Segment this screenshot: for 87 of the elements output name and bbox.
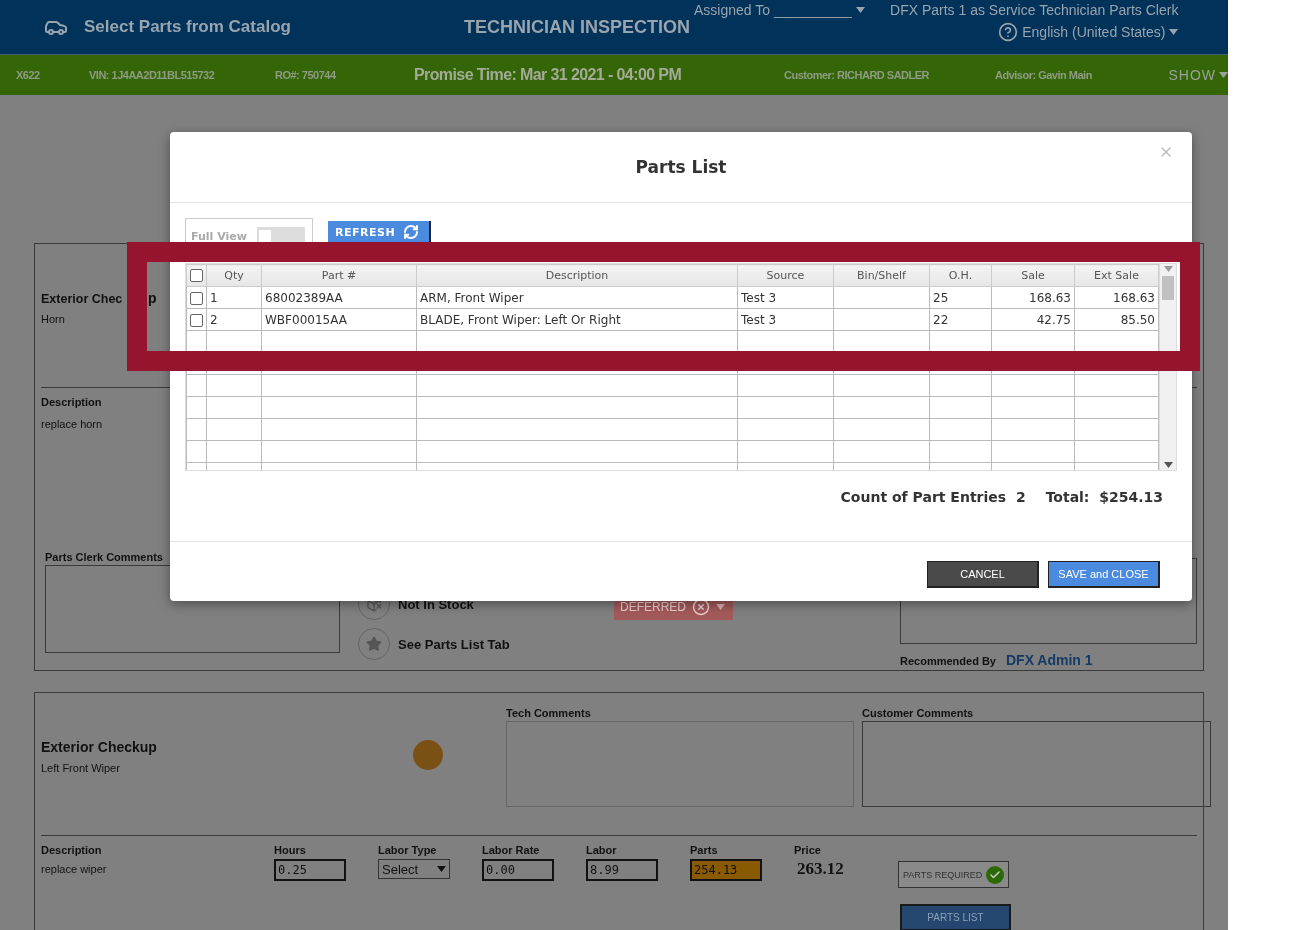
caret-icon xyxy=(1163,266,1173,272)
table-cell: 168.63 xyxy=(1074,286,1159,309)
column-header[interactable]: Qty xyxy=(206,264,262,287)
option-label: See Parts List Tab xyxy=(398,636,510,652)
field-label: Description xyxy=(41,844,102,856)
help-icon[interactable] xyxy=(998,22,1019,42)
table-cell: BLADE, Front Wiper: Left Or Right xyxy=(416,308,738,331)
caret-icon xyxy=(1163,462,1173,468)
ro-number: RO#: 750744 xyxy=(275,69,337,81)
table-cell: 2 xyxy=(206,308,262,331)
field-label: Labor Rate xyxy=(482,844,540,856)
input-field[interactable]: 254.13 xyxy=(690,859,762,881)
count-label: Count of Part Entries 2 xyxy=(840,489,1026,507)
select-field[interactable]: Select xyxy=(378,859,450,879)
assigned-label: Assigned To xyxy=(694,2,771,18)
field-label: Parts xyxy=(690,844,718,856)
column-header[interactable]: Source xyxy=(737,264,834,287)
field-label: Hours xyxy=(274,844,306,856)
total-label: Total: $254.13 xyxy=(1045,489,1163,507)
vin-text: VIN: 1J4AA2D11BL515732 xyxy=(89,69,216,81)
column-header[interactable]: Sale xyxy=(991,264,1075,287)
table-cell: WBF00015AA xyxy=(261,308,417,331)
refresh-icon xyxy=(403,224,420,240)
user-name: DFX Parts 1 as Service Technician Parts Clerk xyxy=(890,2,1179,18)
column-header[interactable]: Part # xyxy=(261,264,417,287)
table-cell: ARM, Front Wiper xyxy=(416,286,738,309)
comments-field[interactable] xyxy=(506,721,854,807)
assigned-dropdown[interactable]: __________ xyxy=(774,2,852,18)
column-header[interactable]: O.H. xyxy=(929,264,992,287)
unit-number: X622 xyxy=(16,69,41,81)
comments-label: Parts Clerk Comments xyxy=(45,551,164,563)
save-button[interactable]: SAVE and CLOSE xyxy=(1048,561,1160,588)
price-value: 263.12 xyxy=(796,859,844,879)
caret-icon xyxy=(1219,72,1228,78)
caret-icon xyxy=(716,603,725,610)
table-cell: 42.75 xyxy=(991,308,1075,331)
table-cell: 22 xyxy=(929,308,992,331)
description-text: replace wiper xyxy=(41,863,107,875)
input-field[interactable]: 0.00 xyxy=(482,859,554,881)
input-field[interactable]: 0.25 xyxy=(274,859,346,881)
comments-field[interactable] xyxy=(862,721,1211,807)
select-all-checkbox[interactable] xyxy=(190,269,203,283)
field-label: Labor xyxy=(586,844,617,856)
promise-time: Promise Time: Mar 31 2021 - 04:00 PM xyxy=(414,66,683,84)
recommended-name: DFX Admin 1 xyxy=(1006,652,1093,668)
column-header[interactable]: Ext Sale xyxy=(1074,264,1159,287)
input-field[interactable]: 8.99 xyxy=(586,859,658,881)
recommended-label: Recommended By xyxy=(900,655,996,667)
option-label: Not In Stock xyxy=(398,596,474,612)
row-checkbox[interactable] xyxy=(190,291,203,305)
caret-icon xyxy=(1169,29,1179,35)
scroll-thumb[interactable] xyxy=(1162,276,1174,300)
customer-name: Customer: RICHARD SADLER xyxy=(784,69,931,81)
dialog-title: Parts List xyxy=(635,157,727,177)
table-cell: 68002389AA xyxy=(261,286,417,309)
parts-list-button[interactable]: PARTS LIST xyxy=(900,904,1011,930)
field-label: Price xyxy=(794,844,821,856)
comments-label: Tech Comments xyxy=(506,707,591,719)
table-cell: 1 xyxy=(206,286,262,309)
item-category: Exterior Checkup xyxy=(41,739,157,755)
table-cell: 168.63 xyxy=(991,286,1075,309)
row-checkbox[interactable] xyxy=(190,313,203,327)
caret-icon xyxy=(437,866,446,872)
column-header[interactable]: Description xyxy=(416,264,738,287)
scrollbar[interactable] xyxy=(1159,264,1176,470)
show-button[interactable]: SHOW xyxy=(1168,67,1228,83)
page-title: TECHNICIAN INSPECTION xyxy=(464,16,690,38)
parts-required-button[interactable]: PARTS REQUIRED xyxy=(898,861,1009,888)
header-title[interactable]: Select Parts from Catalog xyxy=(84,17,464,37)
advisor-name: Advisor: Gavin Main xyxy=(995,69,1093,81)
description-text: replace horn xyxy=(41,418,103,430)
comments-label: Customer Comments xyxy=(862,707,974,719)
item-category: Exterior Chec xyxy=(41,292,123,306)
table-cell: 85.50 xyxy=(1074,308,1159,331)
refresh-button[interactable]: REFRESH xyxy=(328,221,431,245)
field-label: Labor Type xyxy=(378,844,437,856)
item-category-tail: p xyxy=(148,290,157,306)
description-label: Description xyxy=(41,396,102,408)
column-header[interactable]: Bin/Shelf xyxy=(833,264,930,287)
language-dropdown[interactable]: English (United States) xyxy=(1022,24,1166,40)
table-cell: 25 xyxy=(929,286,992,309)
table-cell: Test 3 xyxy=(737,308,834,331)
cancel-button[interactable]: CANCEL xyxy=(927,561,1039,588)
table-cell: Test 3 xyxy=(737,286,834,309)
caret-icon xyxy=(855,7,865,13)
item-name: Horn xyxy=(41,313,65,325)
item-name: Left Front Wiper xyxy=(41,762,120,774)
